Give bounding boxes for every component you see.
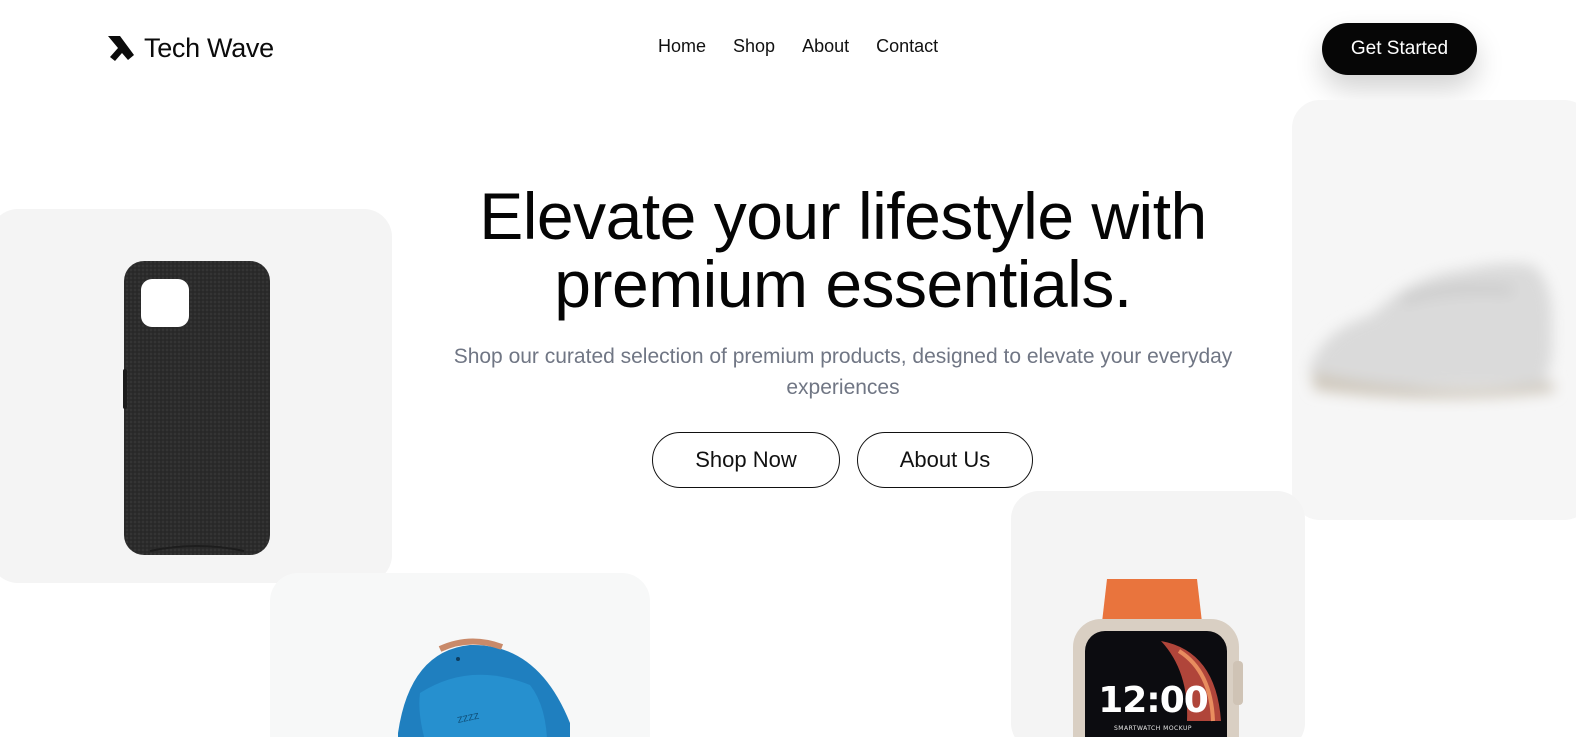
headband-image: ZZZZ [398, 638, 570, 737]
phone-case-card[interactable] [0, 209, 392, 583]
headband-card[interactable]: ZZZZ [270, 573, 650, 737]
about-us-button[interactable]: About Us [857, 432, 1033, 488]
main-nav: Home Shop About Contact [658, 36, 938, 57]
nav-item-shop[interactable]: Shop [733, 36, 775, 57]
hero-subtitle: Shop our curated selection of premium pr… [453, 345, 1233, 399]
hero-title: Elevate your lifestyle with premium esse… [400, 182, 1286, 318]
hero-title-line1: Elevate your lifestyle with [479, 179, 1207, 253]
nav-item-contact[interactable]: Contact [876, 36, 938, 57]
nav-item-about[interactable]: About [802, 36, 849, 57]
nav-item-home[interactable]: Home [658, 36, 706, 57]
phone-case-image [123, 261, 270, 555]
arrow-bird-logo-icon [108, 36, 134, 61]
sneaker-card[interactable] [1292, 100, 1576, 520]
get-started-button[interactable]: Get Started [1322, 23, 1477, 75]
shop-now-button[interactable]: Shop Now [652, 432, 840, 488]
sneaker-image [1310, 263, 1554, 399]
hero-title-line2: premium essentials. [554, 247, 1132, 321]
watch-caption: SMARTWATCH MOCKUP [1113, 725, 1193, 732]
watch-time: 12:00 [1098, 680, 1209, 721]
brand-logo[interactable]: Tech Wave [106, 30, 274, 66]
brand-name: Tech Wave [144, 32, 274, 63]
